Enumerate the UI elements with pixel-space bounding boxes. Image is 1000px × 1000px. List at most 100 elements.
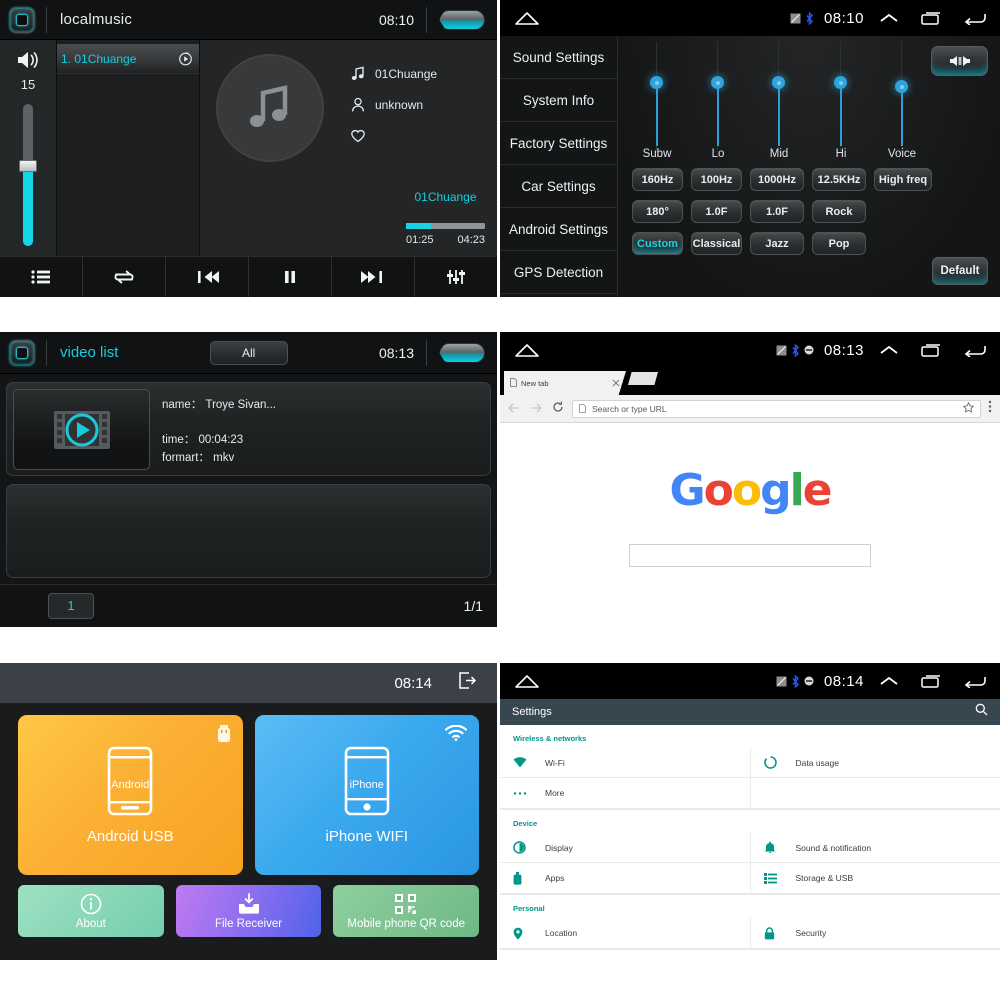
page-number-button[interactable]: 1 (48, 592, 94, 619)
sidebar-item-system-info[interactable]: System Info (500, 79, 617, 122)
about-button[interactable]: About (18, 885, 164, 937)
reload-icon[interactable] (552, 400, 564, 418)
repeat-button[interactable] (83, 256, 166, 297)
next-button[interactable] (332, 256, 415, 297)
meta-title-row: 01Chuange (350, 66, 437, 82)
chevron-up-icon[interactable] (879, 675, 899, 687)
list-item[interactable]: name： Troye Sivan... time： 00:04:23 form… (6, 382, 491, 476)
browser-tab[interactable]: New tab (504, 371, 626, 395)
kebab-menu-icon[interactable] (988, 400, 992, 418)
settings-item-display[interactable]: Display (500, 833, 750, 863)
slider-knob[interactable] (772, 76, 785, 89)
eq-btn-lo-gain[interactable]: 1.0F (691, 200, 742, 223)
arrow-right-icon[interactable] (530, 400, 542, 418)
slider-knob[interactable] (650, 76, 663, 89)
previous-button[interactable] (166, 256, 249, 297)
logo-letter: G (669, 465, 705, 516)
back-icon[interactable] (964, 344, 986, 357)
home-square-icon[interactable] (9, 6, 35, 33)
home-button[interactable] (514, 673, 542, 689)
close-icon[interactable] (612, 374, 620, 392)
search-input[interactable]: Search or type URL (572, 399, 981, 418)
eq-btn-1000hz[interactable]: 1000Hz (750, 168, 804, 191)
settings-item-data-usage[interactable]: Data usage (750, 748, 1000, 778)
google-search-box[interactable] (629, 544, 871, 567)
playlist[interactable]: 1. 01Chuange (57, 40, 200, 256)
eq-btn-100hz[interactable]: 100Hz (691, 168, 742, 191)
page-title: video list (60, 344, 119, 361)
home-button[interactable] (514, 342, 542, 358)
seek-bar[interactable] (406, 223, 485, 229)
back-icon[interactable] (964, 675, 986, 688)
iphone-wifi-card[interactable]: iPhone iPhone WIFI (254, 715, 479, 875)
meta-favorite-row[interactable] (350, 128, 437, 144)
volume-knob[interactable] (19, 160, 37, 172)
recents-icon[interactable] (921, 11, 942, 25)
settings-item-security[interactable]: Security (751, 918, 1000, 948)
sidebar-item-factory-settings[interactable]: Factory Settings (500, 122, 617, 165)
eq-btn-pop[interactable]: Pop (812, 232, 866, 255)
volume-slider[interactable] (19, 104, 37, 246)
android-usb-card[interactable]: Android Android USB (18, 715, 243, 875)
playlist-button[interactable] (0, 256, 83, 297)
eq-btn-180deg[interactable]: 180° (632, 200, 683, 223)
arrow-left-icon[interactable] (508, 400, 520, 418)
file-receiver-button[interactable]: File Receiver (175, 885, 322, 937)
slider-fill (840, 82, 842, 146)
video-thumbnail[interactable] (13, 389, 150, 470)
eq-btn-rock[interactable]: Rock (812, 200, 866, 223)
settings-item-more[interactable]: More (500, 778, 750, 808)
heart-icon[interactable] (350, 128, 366, 144)
star-icon[interactable] (962, 400, 975, 418)
eq-btn-mid-gain[interactable]: 1.0F (750, 200, 804, 223)
eq-btn-high-freq[interactable]: High freq (874, 168, 932, 191)
recents-icon[interactable] (921, 674, 942, 688)
eq-btn-125khz[interactable]: 12.5KHz (812, 168, 866, 191)
settings-item-location[interactable]: Location (500, 918, 750, 948)
home-button[interactable] (514, 10, 542, 26)
pause-button[interactable] (249, 256, 332, 297)
sidebar-item-car-settings[interactable]: Car Settings (500, 165, 617, 208)
filter-all-button[interactable]: All (209, 340, 288, 365)
settings-item-storage-usb[interactable]: Storage & USB (751, 863, 1000, 893)
eq-btn-custom[interactable]: Custom (632, 232, 683, 255)
slider-fill (778, 82, 780, 146)
chevron-up-icon[interactable] (879, 12, 899, 24)
settings-item-apps[interactable]: Apps (500, 863, 750, 893)
default-button[interactable]: Default (932, 257, 988, 285)
clock: 08:13 (378, 344, 414, 361)
settings-item-sound-notification[interactable]: Sound & notification (750, 833, 1000, 863)
exit-icon[interactable] (458, 671, 477, 695)
list-item[interactable]: 1. 01Chuange (57, 44, 199, 74)
eq-btn-160hz[interactable]: 160Hz (632, 168, 683, 191)
equalizer-area: Subw Lo Mid Hi Voice 160Hz 100Hz 1000Hz … (618, 36, 1000, 297)
qr-code-button[interactable]: Mobile phone QR code (333, 885, 480, 937)
eq-button-rows: 160Hz 100Hz 1000Hz 12.5KHz High freq 180… (632, 168, 932, 264)
recents-icon[interactable] (921, 343, 942, 357)
new-tab-button[interactable] (628, 372, 658, 385)
eq-btn-jazz[interactable]: Jazz (750, 232, 804, 255)
sidebar-item-android-settings[interactable]: Android Settings (500, 208, 617, 251)
back-arrow-icon[interactable] (439, 9, 485, 30)
chevron-up-icon[interactable] (879, 344, 899, 356)
search-icon[interactable] (975, 703, 988, 721)
slider-knob[interactable] (834, 76, 847, 89)
back-arrow-icon[interactable] (439, 342, 485, 363)
sidebar-item-sound-settings[interactable]: Sound Settings (500, 36, 617, 79)
sidebar-item-gps-detection[interactable]: GPS Detection (500, 251, 617, 294)
slider-fill (656, 82, 658, 146)
slider-knob[interactable] (711, 76, 724, 89)
equalizer-button[interactable] (415, 257, 497, 298)
home-square-icon[interactable] (9, 339, 35, 366)
eq-btn-classical[interactable]: Classical (691, 232, 742, 255)
home-icon (515, 675, 539, 688)
slider-knob[interactable] (895, 80, 908, 93)
volume-control[interactable]: 15 (0, 40, 57, 256)
settings-item-wifi[interactable]: Wi-Fi (500, 748, 750, 778)
play-circle-icon[interactable] (178, 51, 193, 66)
bluetooth-icon (791, 343, 800, 357)
balance-button[interactable] (931, 46, 988, 76)
now-playing: 01Chuange unknown 01Chuange 01:25 04:23 (200, 40, 497, 256)
back-icon[interactable] (964, 12, 986, 25)
film-play-icon (53, 410, 110, 449)
